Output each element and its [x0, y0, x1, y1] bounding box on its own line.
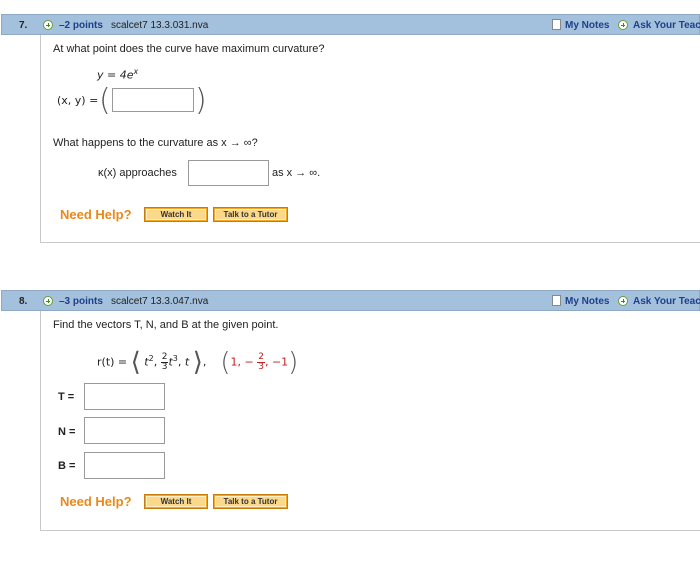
angle-close: ⟩: [192, 347, 203, 378]
q8-watch-it-label: Watch It: [146, 496, 206, 507]
q7-number: 7.: [19, 20, 28, 31]
q8-vector-function: r(t) = ⟨ t2, 2 3 t3, t ⟩, (1, − 23, −1): [97, 347, 299, 378]
r-t: t: [184, 355, 190, 369]
point-frac-den: 3: [258, 362, 264, 373]
q7-watch-it-label: Watch It: [146, 209, 206, 220]
q7-body: At what point does the curve have maximu…: [40, 35, 700, 243]
q7-points: –2 points: [59, 20, 103, 31]
point-open-paren: (: [220, 347, 231, 378]
close-paren: ): [195, 83, 207, 118]
q8-t-label: T =: [58, 391, 75, 403]
q8-n-input[interactable]: [84, 417, 165, 444]
q7-watch-it-button[interactable]: Watch It: [144, 207, 208, 222]
q7-xy-label: (x, y) =: [57, 94, 99, 107]
expand-plus-icon[interactable]: [43, 296, 53, 306]
expand-plus-icon[interactable]: [43, 20, 53, 30]
q7-source: scalcet7 13.3.031.nva: [111, 20, 209, 31]
q7-need-help: Need Help?: [60, 207, 132, 222]
point-fraction: 23: [257, 353, 265, 372]
q8-my-notes-link[interactable]: My Notes: [565, 296, 609, 307]
q7-as-label: as x → ∞.: [272, 167, 321, 179]
q7-talk-tutor-button[interactable]: Talk to a Tutor: [213, 207, 288, 222]
q8-talk-tutor-label: Talk to a Tutor: [215, 496, 286, 507]
q8-n-label: N =: [58, 426, 76, 438]
q8-ask-teacher-link[interactable]: Ask Your Teac: [633, 296, 700, 307]
q7-my-notes-link[interactable]: My Notes: [565, 20, 609, 31]
q8-b-label: B =: [58, 460, 76, 472]
notes-icon[interactable]: [552, 295, 561, 306]
point-x: 1: [230, 355, 238, 369]
q7-kappa-input[interactable]: [188, 160, 269, 186]
q8-prompt: Find the vectors T, N, and B at the give…: [53, 319, 279, 331]
q8-body: Find the vectors T, N, and B at the give…: [40, 311, 700, 531]
q8-source: scalcet7 13.3.047.nva: [111, 296, 209, 307]
angle-open: ⟨: [130, 347, 141, 378]
notes-icon[interactable]: [552, 19, 561, 30]
r-label: r(t) =: [97, 355, 128, 369]
q8-number: 8.: [19, 296, 28, 307]
q7-prompt: At what point does the curve have maximu…: [53, 43, 325, 55]
q8-t-input[interactable]: [84, 383, 165, 410]
q8-points: –3 points: [59, 296, 103, 307]
q7-prompt-2: What happens to the curvature as x → ∞?: [53, 137, 258, 149]
q7-talk-tutor-label: Talk to a Tutor: [215, 209, 286, 220]
q7-equation-base: y = 4e: [97, 68, 134, 82]
q7-kappa-label: κ(x) approaches: [98, 167, 177, 179]
q8-watch-it-button[interactable]: Watch It: [144, 494, 208, 509]
q7-equation: y = 4ex: [97, 67, 138, 82]
q8-need-help: Need Help?: [60, 494, 132, 509]
point-z: −1: [271, 355, 289, 369]
q7-equation-exponent: x: [133, 67, 139, 76]
q8-talk-tutor-button[interactable]: Talk to a Tutor: [213, 494, 288, 509]
ask-plus-icon[interactable]: [618, 20, 628, 30]
q8-b-input[interactable]: [84, 452, 165, 479]
point-close-paren: ): [288, 347, 299, 378]
open-paren: (: [99, 83, 111, 118]
q7-ask-teacher-link[interactable]: Ask Your Teac: [633, 20, 700, 31]
q7-xy-input[interactable]: [112, 88, 194, 112]
q7-header: 7. –2 points scalcet7 13.3.031.nva My No…: [1, 14, 700, 35]
q8-header: 8. –3 points scalcet7 13.3.047.nva My No…: [1, 290, 700, 311]
ask-plus-icon[interactable]: [618, 296, 628, 306]
